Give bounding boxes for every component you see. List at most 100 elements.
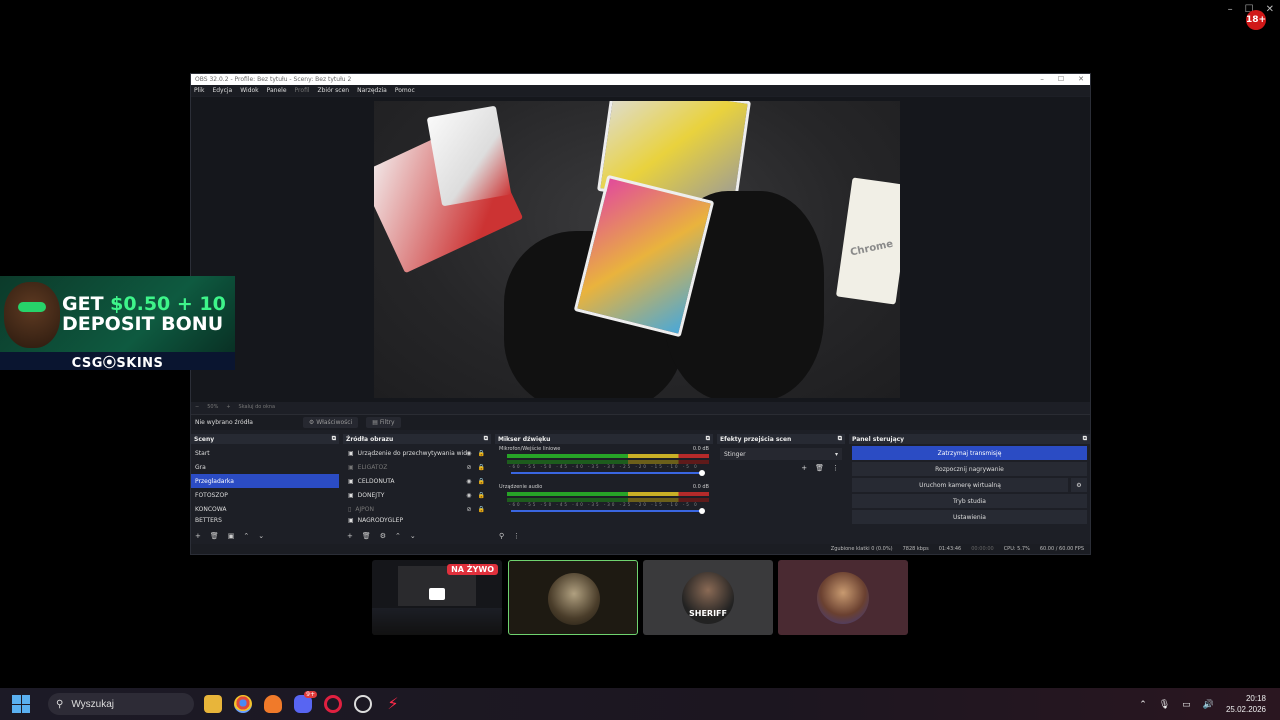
source-item[interactable]: ▣ CELDONUTA ◉ 🔒: [343, 474, 491, 488]
participant-tile-sheriff[interactable]: SHERIFF: [643, 560, 773, 635]
move-up-icon[interactable]: ⌃: [243, 532, 249, 540]
volume-slider[interactable]: [511, 508, 705, 514]
menu-zbior-scen[interactable]: Zbiór scen: [318, 87, 350, 94]
properties-button[interactable]: ⚙ Właściwości: [302, 417, 359, 428]
obs-icon[interactable]: [354, 695, 372, 713]
zoom-in-icon[interactable]: +: [226, 404, 230, 410]
visibility-eye-icon[interactable]: ◉: [466, 492, 471, 499]
move-up-icon[interactable]: ⌃: [395, 532, 401, 540]
obs-menubar: Plik Edycja Widok Panele Profil Zbiór sc…: [191, 85, 1090, 96]
volume-icon[interactable]: 🔊: [1203, 699, 1214, 710]
hidden-eye-icon[interactable]: ⊘: [466, 464, 471, 471]
filter-icon: ▤: [372, 419, 380, 426]
cloud-app-icon[interactable]: [264, 695, 282, 713]
scene-item-koncowa[interactable]: KONCOWA: [191, 502, 339, 516]
menu-pomoc[interactable]: Pomoc: [395, 87, 415, 94]
preview-area[interactable]: Chrome: [191, 97, 1090, 402]
browser-icon: ▣: [348, 477, 354, 485]
menu-edycja[interactable]: Edycja: [212, 87, 232, 94]
virtual-camera-settings-icon[interactable]: ⚙: [1071, 478, 1087, 492]
menu-narzedzia[interactable]: Narzędzia: [357, 87, 387, 94]
minimize-icon[interactable]: –: [1228, 4, 1233, 15]
display-icon[interactable]: ▭: [1182, 699, 1191, 710]
source-item[interactable]: ▣ DONEJTY ◉ 🔒: [343, 488, 491, 502]
taskbar: ⚲ Wyszukaj 9+ ⚡ ⌃ 🎙 ▭ 🔊 20:18 25.02.2026: [0, 688, 1280, 720]
channel-db: 0.0 dB: [692, 446, 709, 452]
source-item[interactable]: ▣ ELIGATOZ ⊘ 🔒: [343, 460, 491, 474]
start-recording-button[interactable]: Rozpocznij nagrywanie: [852, 462, 1087, 476]
scale-mode-dropdown[interactable]: Skaluj do okna: [239, 404, 276, 410]
chrome-icon[interactable]: [234, 695, 252, 713]
remove-transition-icon[interactable]: 🗑: [815, 464, 824, 472]
visibility-eye-icon[interactable]: ◉: [466, 478, 471, 485]
menu-panele[interactable]: Panele: [267, 87, 287, 94]
bolt-app-icon[interactable]: ⚡: [384, 695, 402, 713]
file-explorer-icon[interactable]: [204, 695, 222, 713]
promo-amount: $0.50 + 10: [110, 293, 226, 315]
remove-scene-icon[interactable]: 🗑: [210, 532, 219, 540]
volume-slider[interactable]: [511, 470, 705, 476]
zoom-out-icon[interactable]: −: [195, 404, 199, 410]
participant-tile-speaking[interactable]: [508, 560, 638, 635]
participant-tile-stream[interactable]: NA ŻYWO: [372, 560, 502, 635]
microphone-icon[interactable]: 🎙: [1159, 699, 1170, 710]
controls-header: Panel sterujący: [852, 435, 905, 443]
add-transition-icon[interactable]: +: [801, 464, 807, 472]
lock-icon[interactable]: 🔒: [478, 506, 485, 513]
scene-item-gra[interactable]: Gra: [191, 460, 339, 474]
scene-item-przegladarka[interactable]: Przegladarka: [191, 474, 339, 488]
source-settings-icon[interactable]: ⚙: [380, 532, 386, 540]
scene-item-fotoszop[interactable]: FOTOSZOP: [191, 488, 339, 502]
lock-icon[interactable]: 🔒: [478, 492, 485, 499]
discord-icon[interactable]: 9+: [294, 691, 317, 713]
promo-banner[interactable]: GET $0.50 + 10 DEPOSIT BONU CSG⦿SKINS: [0, 276, 235, 370]
stop-stream-button[interactable]: Zatrzymaj transmisję: [852, 446, 1087, 460]
obs-minimize-icon[interactable]: –: [1040, 75, 1044, 83]
dock-options-icon[interactable]: ⧉: [484, 435, 488, 443]
source-item[interactable]: ▣ Urządzenie do przechwytywania wid ◉ 🔒: [343, 446, 491, 460]
start-virtual-camera-button[interactable]: Uruchom kamerę wirtualną: [852, 478, 1068, 492]
transition-menu-icon[interactable]: ⋮: [832, 464, 839, 472]
lock-icon[interactable]: 🔒: [478, 450, 485, 457]
source-item[interactable]: ▯ AJPON ⊘ 🔒: [343, 502, 491, 516]
remove-source-icon[interactable]: 🗑: [362, 532, 371, 540]
scene-filters-icon[interactable]: ▣: [228, 532, 235, 540]
scene-item-betters[interactable]: BETTERS: [191, 516, 339, 524]
visibility-eye-icon[interactable]: ◉: [466, 450, 471, 457]
opera-icon[interactable]: [324, 695, 342, 713]
obs-maximize-icon[interactable]: ☐: [1058, 75, 1064, 83]
lock-icon[interactable]: 🔒: [478, 478, 485, 485]
age-badge-avatar[interactable]: 18+: [1246, 10, 1266, 30]
studio-mode-button[interactable]: Tryb studia: [852, 494, 1087, 508]
dock-options-icon[interactable]: ⧉: [838, 435, 842, 443]
transition-select[interactable]: Stinger ▾: [720, 448, 842, 460]
sources-header: Źródła obrazu: [346, 435, 394, 443]
menu-profil[interactable]: Profil: [295, 87, 310, 94]
source-label: DONEJTY: [357, 491, 385, 499]
dock-options-icon[interactable]: ⧉: [1083, 435, 1087, 443]
dock-options-icon[interactable]: ⧉: [706, 435, 710, 443]
close-icon[interactable]: ✕: [1266, 4, 1274, 15]
obs-close-icon[interactable]: ✕: [1078, 75, 1084, 83]
move-down-icon[interactable]: ⌄: [258, 532, 264, 540]
clock[interactable]: 20:18 25.02.2026: [1226, 693, 1266, 715]
scene-item-start[interactable]: Start: [191, 446, 339, 460]
dock-options-icon[interactable]: ⧉: [332, 435, 336, 443]
filters-button[interactable]: ▤ Filtry: [366, 417, 401, 428]
settings-button[interactable]: Ustawienia: [852, 510, 1087, 524]
chevron-up-icon[interactable]: ⌃: [1139, 699, 1147, 710]
taskbar-search[interactable]: ⚲ Wyszukaj: [48, 693, 194, 715]
mixer-menu-icon[interactable]: ⋮: [513, 532, 520, 540]
menu-plik[interactable]: Plik: [194, 87, 204, 94]
participant-tile-4[interactable]: [778, 560, 908, 635]
lock-icon[interactable]: 🔒: [478, 464, 485, 471]
add-source-icon[interactable]: +: [347, 532, 353, 540]
obs-title-text: OBS 32.0.2 - Profile: Bez tytułu - Sceny…: [195, 76, 352, 83]
source-item[interactable]: ▣ NAGRODYGLEP: [343, 516, 491, 524]
move-down-icon[interactable]: ⌄: [410, 532, 416, 540]
mixer-link-icon[interactable]: ⚲: [499, 532, 504, 540]
hidden-eye-icon[interactable]: ⊘: [466, 506, 471, 513]
menu-widok[interactable]: Widok: [240, 87, 258, 94]
windows-start-icon[interactable]: [12, 695, 30, 713]
add-scene-icon[interactable]: +: [195, 532, 201, 540]
